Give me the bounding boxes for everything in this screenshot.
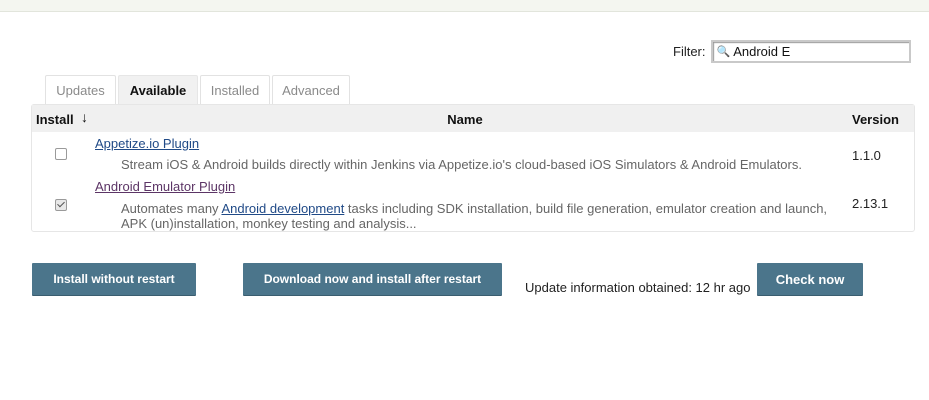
table-row: Appetize.io Plugin Stream iOS & Android … xyxy=(32,132,914,174)
column-header-version[interactable]: Version xyxy=(852,112,899,127)
description-link[interactable]: Android development xyxy=(221,201,344,216)
install-without-restart-button[interactable]: Install without restart xyxy=(32,263,196,295)
filter-bar: Filter: 🔍 Android E xyxy=(673,40,911,63)
install-checkbox[interactable] xyxy=(55,148,67,160)
filter-label: Filter: xyxy=(673,44,706,59)
table-row: Android Emulator Plugin Automates many A… xyxy=(32,175,914,233)
tab-available[interactable]: Available xyxy=(118,75,198,104)
filter-input[interactable]: 🔍 Android E xyxy=(710,40,911,63)
plugin-version: 1.1.0 xyxy=(852,148,881,163)
column-header-name[interactable]: Name xyxy=(32,112,898,127)
tab-installed[interactable]: Installed xyxy=(200,75,270,104)
table-header: Install ↓ Name Version xyxy=(32,105,914,132)
tab-updates[interactable]: Updates xyxy=(45,75,116,104)
tab-bar: Updates Available Installed Advanced xyxy=(45,75,352,104)
download-install-after-restart-button[interactable]: Download now and install after restart xyxy=(243,263,502,295)
plugin-table: Install ↓ Name Version Appetize.io Plugi… xyxy=(31,104,915,232)
description-text: Automates many xyxy=(121,201,222,216)
check-now-button[interactable]: Check now xyxy=(757,263,863,295)
plugin-name-link[interactable]: Android Emulator Plugin xyxy=(95,179,235,194)
plugin-description: Stream iOS & Android builds directly wit… xyxy=(121,157,802,172)
plugin-version: 2.13.1 xyxy=(852,196,889,211)
tab-advanced[interactable]: Advanced xyxy=(272,75,350,104)
filter-value[interactable]: Android E xyxy=(733,44,790,59)
update-info-text: Update information obtained: 12 hr ago xyxy=(525,280,751,295)
plugin-name-link[interactable]: Appetize.io Plugin xyxy=(95,136,199,151)
top-strip xyxy=(0,0,929,12)
install-checkbox[interactable] xyxy=(55,199,67,211)
search-icon: 🔍 xyxy=(716,46,731,58)
plugin-description: Automates many Android development tasks… xyxy=(121,201,841,231)
